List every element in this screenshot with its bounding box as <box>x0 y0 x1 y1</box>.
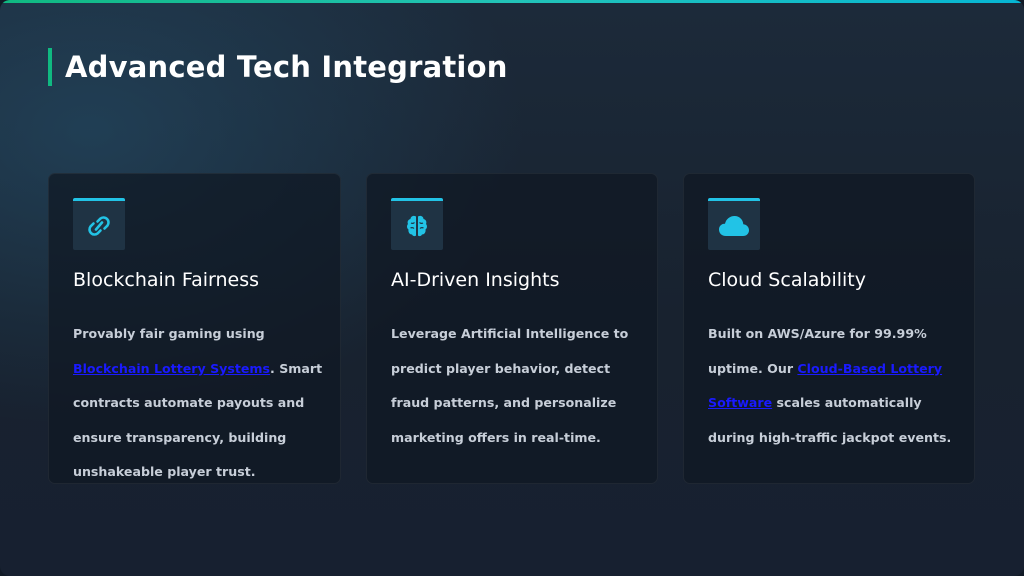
card-title: Cloud Scalability <box>708 269 866 291</box>
card-icon-box <box>73 198 125 250</box>
slide-header: Advanced Tech Integration <box>48 48 508 86</box>
card-icon-box <box>708 198 760 250</box>
card-cloud-scalability: Cloud Scalability Built on AWS/Azure for… <box>683 173 975 484</box>
brain-icon <box>407 215 427 236</box>
card-icon-box <box>391 198 443 250</box>
card-title: Blockchain Fairness <box>73 269 259 291</box>
card-description: Provably fair gaming using Blockchain Lo… <box>73 317 323 490</box>
card-text: Provably fair gaming using <box>73 326 265 341</box>
top-accent-bar <box>0 0 1024 3</box>
card-text: . Smart contracts automate payouts and e… <box>73 360 323 480</box>
link-icon <box>88 215 110 236</box>
slide-title: Advanced Tech Integration <box>65 50 508 84</box>
card-ai-driven-insights: AI-Driven Insights Leverage Artificial I… <box>366 173 658 484</box>
card-description: Built on AWS/Azure for 99.99% uptime. Ou… <box>708 317 958 455</box>
card-title: AI-Driven Insights <box>391 269 560 291</box>
blockchain-lottery-systems-link[interactable]: Blockchain Lottery Systems <box>73 361 270 376</box>
cloud-icon <box>719 215 749 236</box>
card-description: Leverage Artificial Intelligence to pred… <box>391 326 629 445</box>
slide: Advanced Tech Integration Blockchain Fai… <box>0 0 1024 576</box>
title-accent-bar <box>48 48 52 86</box>
card-blockchain-fairness: Blockchain Fairness Provably fair gaming… <box>48 173 341 484</box>
